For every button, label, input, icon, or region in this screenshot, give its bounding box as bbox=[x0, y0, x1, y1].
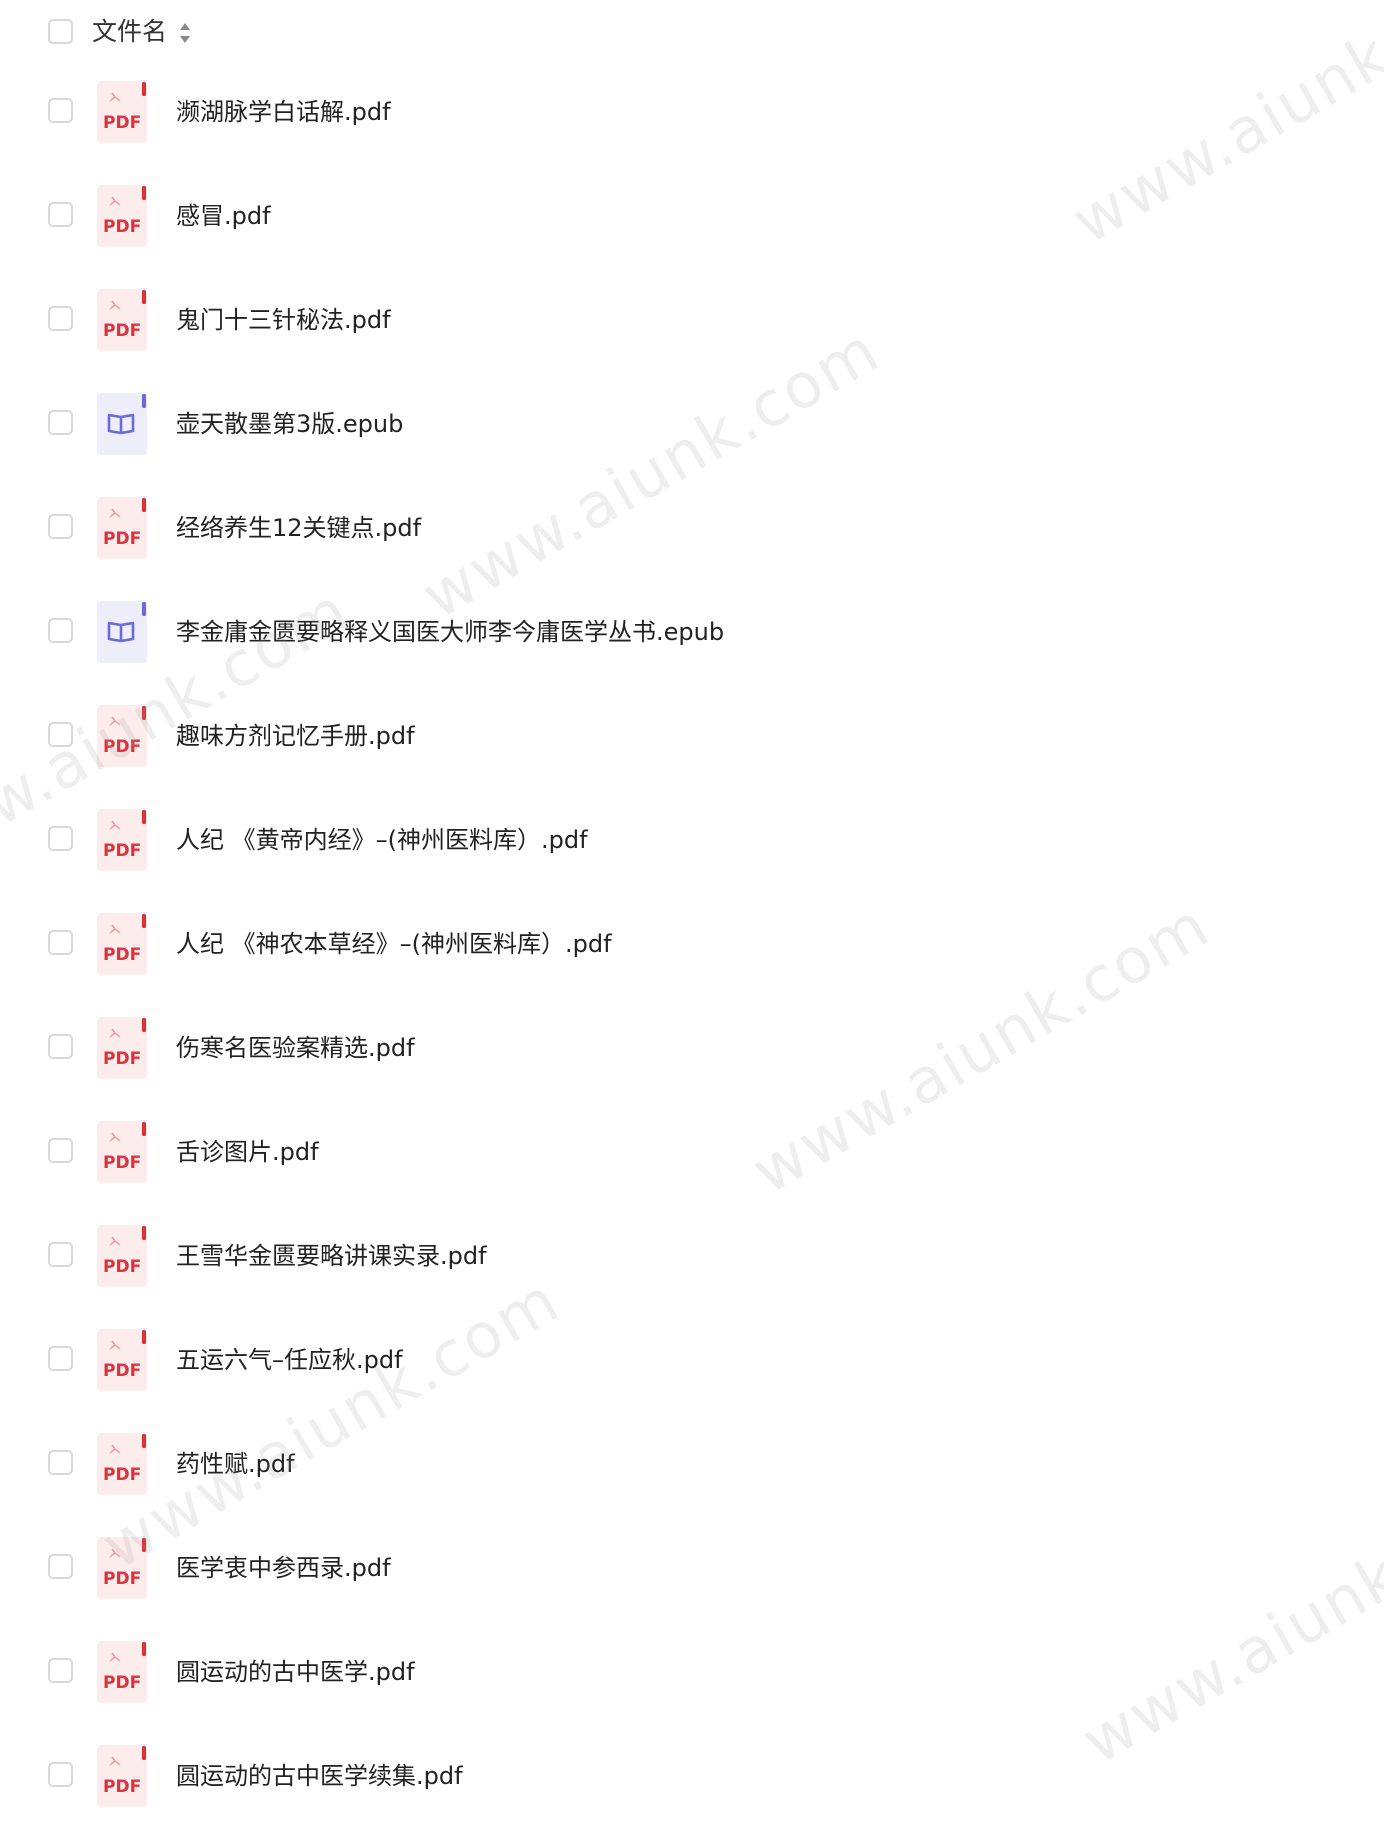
pdf-file-icon: PDF bbox=[97, 705, 147, 767]
pdf-file-icon: PDF bbox=[97, 1329, 147, 1391]
pdf-file-icon: PDF bbox=[97, 809, 147, 871]
svg-text:PDF: PDF bbox=[103, 1361, 141, 1381]
epub-file-icon bbox=[97, 393, 147, 455]
file-row[interactable]: PDF 医学衷中参西录.pdf bbox=[0, 1524, 1384, 1628]
file-row[interactable]: PDF 圆运动的古中医学.pdf bbox=[0, 1628, 1384, 1732]
file-list-header: 文件名 bbox=[0, 0, 1384, 68]
pdf-file-icon: PDF bbox=[97, 289, 147, 351]
file-name[interactable]: 趣味方剂记忆手册.pdf bbox=[176, 720, 415, 752]
pdf-file-icon: PDF bbox=[97, 1641, 147, 1703]
file-row[interactable]: PDF 人纪 《神农本草经》–(神州医料库）.pdf bbox=[0, 900, 1384, 1004]
svg-text:PDF: PDF bbox=[103, 1153, 141, 1173]
file-name[interactable]: 壶天散墨第3版.epub bbox=[176, 408, 403, 440]
file-name[interactable]: 圆运动的古中医学续集.pdf bbox=[176, 1760, 463, 1792]
svg-text:PDF: PDF bbox=[103, 529, 141, 549]
row-checkbox[interactable] bbox=[48, 1034, 73, 1059]
svg-text:PDF: PDF bbox=[103, 1569, 141, 1589]
row-checkbox[interactable] bbox=[48, 410, 73, 435]
row-checkbox[interactable] bbox=[48, 826, 73, 851]
file-row[interactable]: PDF 伤寒名医验案精选.pdf bbox=[0, 1004, 1384, 1108]
pdf-file-icon: PDF bbox=[97, 1537, 147, 1599]
file-row[interactable]: PDF 五运六气–任应秋.pdf bbox=[0, 1316, 1384, 1420]
row-checkbox[interactable] bbox=[48, 1450, 73, 1475]
row-checkbox[interactable] bbox=[48, 514, 73, 539]
file-row[interactable]: PDF 经络养生12关键点.pdf bbox=[0, 484, 1384, 588]
pdf-file-icon: PDF bbox=[97, 185, 147, 247]
row-checkbox[interactable] bbox=[48, 1242, 73, 1267]
file-name[interactable]: 经络养生12关键点.pdf bbox=[176, 512, 421, 544]
pdf-file-icon: PDF bbox=[97, 497, 147, 559]
file-name[interactable]: 王雪华金匮要略讲课实录.pdf bbox=[176, 1240, 487, 1272]
select-all-checkbox[interactable] bbox=[48, 19, 73, 44]
file-row[interactable]: PDF 王雪华金匮要略讲课实录.pdf bbox=[0, 1212, 1384, 1316]
file-name[interactable]: 五运六气–任应秋.pdf bbox=[176, 1344, 403, 1376]
file-row[interactable]: PDF 药性赋.pdf bbox=[0, 1420, 1384, 1524]
file-name[interactable]: 李金庸金匮要略释义国医大师李今庸医学丛书.epub bbox=[176, 616, 724, 648]
file-name[interactable]: 感冒.pdf bbox=[176, 200, 271, 232]
file-name[interactable]: 人纪 《神农本草经》–(神州医料库）.pdf bbox=[176, 928, 612, 960]
file-row[interactable]: PDF 濒湖脉学白话解.pdf bbox=[0, 68, 1384, 172]
svg-text:PDF: PDF bbox=[103, 113, 141, 133]
file-row[interactable]: PDF 鬼门十三针秘法.pdf bbox=[0, 276, 1384, 380]
pdf-file-icon: PDF bbox=[97, 1225, 147, 1287]
pdf-file-icon: PDF bbox=[97, 1745, 147, 1807]
file-name[interactable]: 濒湖脉学白话解.pdf bbox=[176, 96, 391, 128]
row-checkbox[interactable] bbox=[48, 1658, 73, 1683]
pdf-file-icon: PDF bbox=[97, 1121, 147, 1183]
file-row[interactable]: PDF 圆运动的古中医学续集.pdf bbox=[0, 1732, 1384, 1836]
svg-text:PDF: PDF bbox=[103, 321, 141, 341]
svg-text:PDF: PDF bbox=[103, 1777, 141, 1797]
file-row[interactable]: PDF 人纪 《黄帝内经》–(神州医料库）.pdf bbox=[0, 796, 1384, 900]
file-row[interactable]: 李金庸金匮要略释义国医大师李今庸医学丛书.epub bbox=[0, 588, 1384, 692]
pdf-file-icon: PDF bbox=[97, 81, 147, 143]
svg-text:PDF: PDF bbox=[103, 1049, 141, 1069]
row-checkbox[interactable] bbox=[48, 1138, 73, 1163]
file-name[interactable]: 圆运动的古中医学.pdf bbox=[176, 1656, 415, 1688]
row-checkbox[interactable] bbox=[48, 202, 73, 227]
file-name[interactable]: 医学衷中参西录.pdf bbox=[176, 1552, 391, 1584]
row-checkbox[interactable] bbox=[48, 1554, 73, 1579]
row-checkbox[interactable] bbox=[48, 1346, 73, 1371]
row-checkbox[interactable] bbox=[48, 618, 73, 643]
epub-file-icon bbox=[97, 601, 147, 663]
svg-text:PDF: PDF bbox=[103, 945, 141, 965]
row-checkbox[interactable] bbox=[48, 930, 73, 955]
svg-text:PDF: PDF bbox=[103, 737, 141, 757]
file-row[interactable]: PDF 感冒.pdf bbox=[0, 172, 1384, 276]
column-header-filename[interactable]: 文件名 bbox=[92, 16, 167, 48]
sort-updown-icon[interactable] bbox=[177, 20, 193, 46]
svg-text:PDF: PDF bbox=[103, 841, 141, 861]
row-checkbox[interactable] bbox=[48, 1762, 73, 1787]
file-name[interactable]: 药性赋.pdf bbox=[176, 1448, 295, 1480]
svg-text:PDF: PDF bbox=[103, 217, 141, 237]
pdf-file-icon: PDF bbox=[97, 913, 147, 975]
row-checkbox[interactable] bbox=[48, 306, 73, 331]
file-row[interactable]: 壶天散墨第3版.epub bbox=[0, 380, 1384, 484]
file-list: PDF 濒湖脉学白话解.pdf PDF 感冒.pdf PDF 鬼门十三针秘法.pdf 壶天散… bbox=[0, 68, 1384, 1836]
file-row[interactable]: PDF 趣味方剂记忆手册.pdf bbox=[0, 692, 1384, 796]
file-name[interactable]: 伤寒名医验案精选.pdf bbox=[176, 1032, 415, 1064]
svg-text:PDF: PDF bbox=[103, 1465, 141, 1485]
row-checkbox[interactable] bbox=[48, 722, 73, 747]
pdf-file-icon: PDF bbox=[97, 1017, 147, 1079]
svg-text:PDF: PDF bbox=[103, 1673, 141, 1693]
svg-text:PDF: PDF bbox=[103, 1257, 141, 1277]
row-checkbox[interactable] bbox=[48, 98, 73, 123]
file-row[interactable]: PDF 舌诊图片.pdf bbox=[0, 1108, 1384, 1212]
file-name[interactable]: 舌诊图片.pdf bbox=[176, 1136, 319, 1168]
file-name[interactable]: 人纪 《黄帝内经》–(神州医料库）.pdf bbox=[176, 824, 588, 856]
file-name[interactable]: 鬼门十三针秘法.pdf bbox=[176, 304, 391, 336]
pdf-file-icon: PDF bbox=[97, 1433, 147, 1495]
